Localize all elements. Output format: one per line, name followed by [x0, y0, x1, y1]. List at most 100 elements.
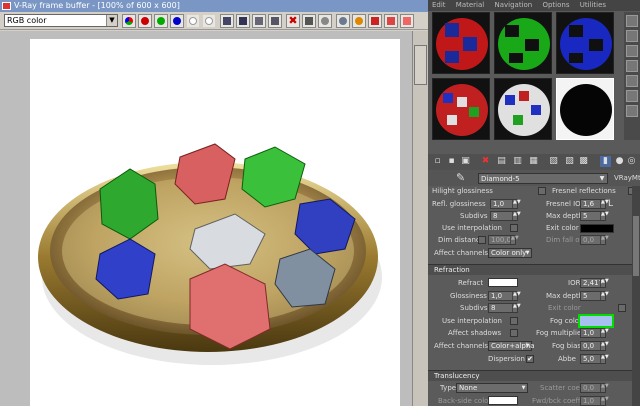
- spinner-icon[interactable]: ▲▼: [600, 342, 609, 350]
- spinner-icon[interactable]: ▲▼: [600, 397, 609, 405]
- refr-exit-color-checkbox[interactable]: [618, 304, 626, 312]
- spinner-icon[interactable]: ▲▼: [600, 279, 609, 287]
- blue-channel-icon[interactable]: [170, 14, 184, 28]
- close-icon[interactable]: ✖: [286, 14, 300, 28]
- refl-subdivs-field[interactable]: 8 ▲▼: [490, 211, 521, 221]
- reset-map-icon[interactable]: ✖: [480, 156, 491, 167]
- spinner-icon[interactable]: ▲▼: [512, 292, 521, 300]
- channel-select[interactable]: RGB color ▼: [4, 14, 118, 27]
- clear-icon[interactable]: [236, 14, 250, 28]
- vfb-scroll-thumb[interactable]: [414, 45, 427, 85]
- menu-edit[interactable]: Edit: [432, 1, 446, 9]
- spinner-icon[interactable]: ▲▼: [512, 212, 521, 220]
- red-channel-icon[interactable]: [138, 14, 152, 28]
- sample-slot-selected[interactable]: [556, 78, 614, 140]
- refr-use-interpolation-checkbox[interactable]: [510, 317, 518, 325]
- dock-icon[interactable]: [400, 14, 414, 28]
- sample-type-icon[interactable]: [626, 15, 638, 27]
- spinner-icon[interactable]: ▲▼: [600, 292, 609, 300]
- material-type-button[interactable]: VRayMtl: [614, 173, 640, 183]
- dim-falloff-field[interactable]: 0,0 ▲▼: [580, 235, 609, 245]
- translucency-type-select[interactable]: None ▼: [456, 383, 528, 393]
- sample-slot[interactable]: [556, 12, 614, 74]
- rgb-channel-icon[interactable]: [122, 14, 136, 28]
- assign-to-selection-icon[interactable]: ▣: [460, 156, 471, 167]
- go-to-parent-icon[interactable]: ▮: [600, 156, 611, 167]
- spinner-icon[interactable]: ▲▼: [600, 236, 609, 244]
- menu-navigation[interactable]: Navigation: [494, 1, 532, 9]
- vfb-scrollbar[interactable]: [412, 31, 428, 406]
- get-material-icon[interactable]: ▫: [432, 156, 443, 167]
- eyedropper-icon[interactable]: ✎: [456, 172, 465, 184]
- refl-use-interpolation-checkbox[interactable]: [510, 224, 518, 232]
- history-icon[interactable]: [384, 14, 398, 28]
- dim-distance-field[interactable]: 100,0 ▲▼: [488, 235, 519, 245]
- follow-mouse-icon[interactable]: [302, 14, 316, 28]
- spinner-icon[interactable]: ▲▼: [512, 304, 521, 312]
- fog-color-swatch[interactable]: [578, 314, 614, 328]
- ior-field[interactable]: 2,417 ▲▼: [580, 278, 609, 288]
- parameters-scrollbar[interactable]: [632, 186, 640, 406]
- dim-distance-checkbox[interactable]: [478, 236, 486, 244]
- dispersion-checkbox[interactable]: ✔: [526, 355, 534, 363]
- go-forward-sibling-icon[interactable]: ●: [614, 156, 625, 167]
- hilight-lock-checkbox[interactable]: [538, 187, 546, 195]
- scatter-coeff-field[interactable]: 0,0 ▲▼: [580, 383, 609, 393]
- sample-slot[interactable]: [494, 78, 552, 140]
- video-color-check-icon[interactable]: [626, 75, 638, 87]
- refraction-header[interactable]: Refraction: [428, 264, 640, 275]
- spinner-icon[interactable]: ▲▼: [600, 355, 609, 363]
- refr-subdivs-field[interactable]: 8 ▲▼: [488, 303, 521, 313]
- refr-glossiness-field[interactable]: 1,0 ▲▼: [488, 291, 521, 301]
- make-preview-icon[interactable]: [626, 90, 638, 102]
- menu-options[interactable]: Options: [542, 1, 569, 9]
- show-in-viewport-icon[interactable]: ▨: [564, 156, 575, 167]
- teapot-icon[interactable]: [336, 14, 350, 28]
- abbe-field[interactable]: 5,0 ▲▼: [580, 354, 609, 364]
- material-name-field[interactable]: Diamond-5 ▼: [478, 173, 608, 184]
- lock-icon[interactable]: L: [608, 199, 613, 209]
- sample-slot[interactable]: [432, 78, 490, 140]
- sample-slot[interactable]: [432, 12, 490, 74]
- green-channel-icon[interactable]: [154, 14, 168, 28]
- options-icon[interactable]: [626, 105, 638, 117]
- uv-tiling-icon[interactable]: [626, 60, 638, 72]
- mono-channel-icon[interactable]: [202, 14, 216, 28]
- material-id-icon[interactable]: ▧: [548, 156, 559, 167]
- save-icon[interactable]: [220, 14, 234, 28]
- spinner-icon[interactable]: ▲▼: [600, 212, 609, 220]
- refl-glossiness-field[interactable]: 1,0 ▲▼: [490, 199, 521, 209]
- pick-by-material-icon[interactable]: ◎: [626, 156, 637, 167]
- refract-color-swatch[interactable]: [488, 278, 518, 287]
- duplicate-icon[interactable]: [268, 14, 282, 28]
- fog-bias-field[interactable]: 0,0 ▲▼: [580, 341, 609, 351]
- sample-slot[interactable]: [494, 12, 552, 74]
- spinner-icon[interactable]: ▲▼: [510, 236, 519, 244]
- show-end-result-icon[interactable]: ▩: [578, 156, 589, 167]
- region-render-icon[interactable]: [318, 14, 332, 28]
- refl-max-depth-field[interactable]: 5 ▲▼: [580, 211, 609, 221]
- put-to-library-icon[interactable]: ▦: [528, 156, 539, 167]
- lens-effects-icon[interactable]: [352, 14, 366, 28]
- refr-affect-channels-select[interactable]: Color+alpha ▼: [488, 341, 535, 351]
- spinner-icon[interactable]: ▲▼: [512, 200, 521, 208]
- spinner-icon[interactable]: ▲▼: [600, 200, 609, 208]
- spinner-icon[interactable]: ▲▼: [600, 329, 609, 337]
- affect-shadows-checkbox[interactable]: [510, 329, 518, 337]
- fwd-bck-coeff-field[interactable]: 1,0 ▲▼: [580, 396, 609, 406]
- make-unique-icon[interactable]: ▥: [512, 156, 523, 167]
- refl-exit-color-swatch[interactable]: [580, 224, 614, 233]
- background-icon[interactable]: [626, 45, 638, 57]
- refr-max-depth-field[interactable]: 5 ▲▼: [580, 291, 609, 301]
- backlight-icon[interactable]: [626, 30, 638, 42]
- menu-utilities[interactable]: Utilities: [580, 1, 606, 9]
- backside-color-swatch[interactable]: [488, 396, 518, 405]
- fog-multiplier-field[interactable]: 1,0 ▲▼: [580, 328, 609, 338]
- vfb-title-bar[interactable]: V-Ray frame buffer - [100% of 600 x 600]: [0, 0, 428, 12]
- fresnel-ior-field[interactable]: 1,6 ▲▼: [580, 199, 609, 209]
- copy-icon[interactable]: [252, 14, 266, 28]
- put-to-scene-icon[interactable]: ▪: [446, 156, 457, 167]
- alpha-channel-icon[interactable]: [186, 14, 200, 28]
- refl-affect-channels-select[interactable]: Color only ▼: [488, 248, 532, 258]
- spinner-icon[interactable]: ▲▼: [600, 384, 609, 392]
